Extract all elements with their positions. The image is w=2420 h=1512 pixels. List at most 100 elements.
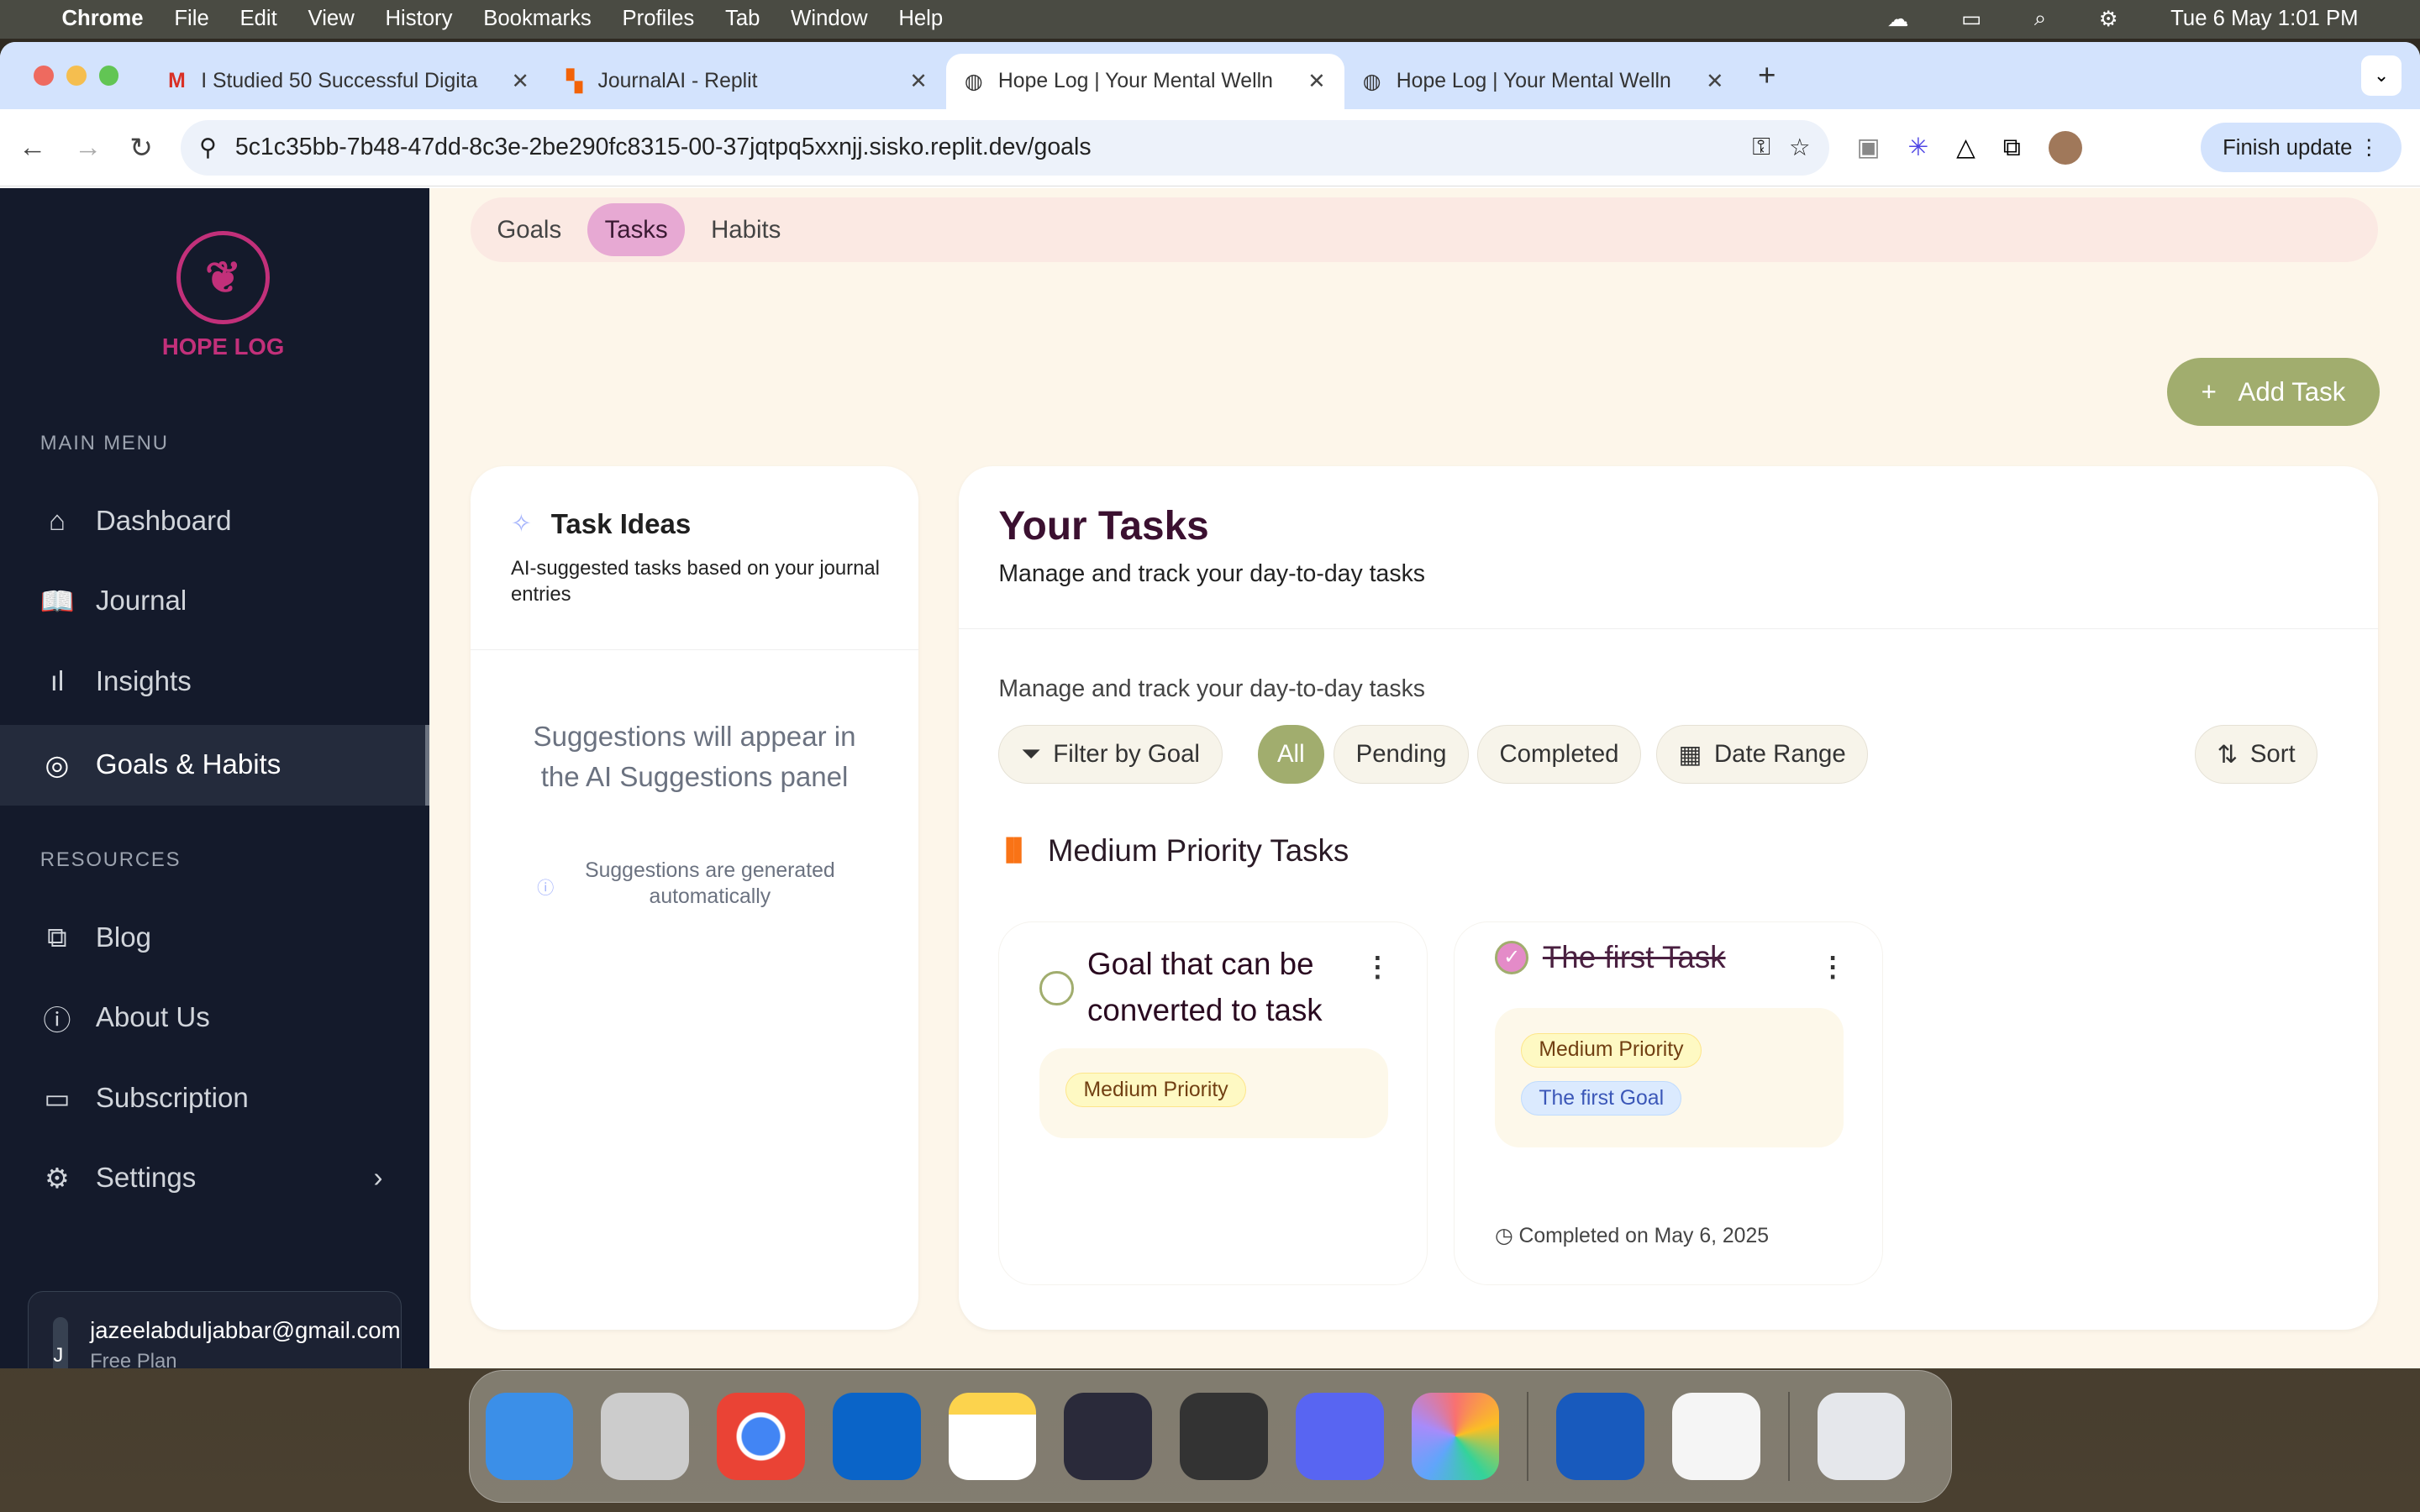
task-ideas-description: AI-suggested tasks based on your journal… bbox=[510, 557, 880, 606]
close-tab-icon[interactable]: ✕ bbox=[1706, 69, 1724, 94]
menu-edit[interactable]: Edit bbox=[239, 7, 276, 31]
task-checkbox-checked[interactable]: ✓ bbox=[1494, 940, 1529, 974]
browser-tab[interactable]: ◍ Hope Log | Your Mental Welln ✕ bbox=[1344, 54, 1743, 109]
clock[interactable]: Tue 6 May 1:01 PM bbox=[2170, 7, 2358, 31]
sidebar-item-about[interactable]: ⓘ About Us bbox=[0, 978, 429, 1058]
launchpad-icon[interactable] bbox=[601, 1392, 690, 1481]
task-card[interactable]: Goal that can be converted to task ⋮ Med… bbox=[998, 921, 1428, 1285]
tasks-subtitle: Manage and track your day-to-day tasks bbox=[998, 559, 1426, 587]
menu-help[interactable]: Help bbox=[898, 7, 943, 31]
main-menu-heading: MAIN MENU bbox=[39, 432, 169, 455]
finder-icon[interactable] bbox=[485, 1392, 574, 1481]
filter-by-goal-button[interactable]: ⏷ Filter by Goal bbox=[998, 725, 1223, 785]
address-bar[interactable]: ⚲ 5c1c35bb-7b48-47dd-8c3e-2be290fc8315-0… bbox=[180, 119, 1829, 176]
finish-update-button[interactable]: Finish update ⋮ bbox=[2201, 123, 2402, 173]
tab-title: I Studied 50 Successful Digita bbox=[201, 70, 478, 93]
back-button[interactable]: ← bbox=[18, 132, 46, 164]
word-icon[interactable] bbox=[1556, 1392, 1644, 1481]
wifi-icon[interactable]: ☁ bbox=[1887, 7, 1909, 32]
menu-file[interactable]: File bbox=[174, 7, 208, 31]
menu-tab[interactable]: Tab bbox=[725, 7, 760, 31]
sidebar-item-settings[interactable]: ⚙ Settings › bbox=[0, 1138, 429, 1219]
filter-pending[interactable]: Pending bbox=[1333, 725, 1470, 785]
priority-badge: Medium Priority bbox=[1521, 1032, 1702, 1068]
notes-icon[interactable] bbox=[948, 1392, 1037, 1481]
dock-separator bbox=[1787, 1391, 1790, 1482]
sidebar-item-journal[interactable]: 📖 Journal bbox=[0, 562, 429, 643]
tab-goals[interactable]: Goals bbox=[480, 203, 578, 256]
obsidian-icon[interactable] bbox=[1064, 1392, 1153, 1481]
tasks-title: Your Tasks bbox=[998, 503, 1209, 549]
menu-window[interactable]: Window bbox=[791, 7, 867, 31]
menu-history[interactable]: History bbox=[386, 7, 453, 31]
task-tags: Medium Priority bbox=[1039, 1048, 1389, 1138]
tasks-description: Manage and track your day-to-day tasks bbox=[998, 675, 1426, 703]
extension-icon[interactable]: ▣ bbox=[1857, 133, 1881, 162]
photos-icon[interactable] bbox=[1411, 1392, 1500, 1481]
credit-card-icon: ▭ bbox=[44, 1083, 71, 1115]
maximize-window-button[interactable] bbox=[98, 66, 119, 86]
browser-tab[interactable]: ▚ JournalAI - Replit ✕ bbox=[548, 54, 946, 109]
sort-button[interactable]: ⇅ Sort bbox=[2194, 725, 2318, 785]
tab-title: JournalAI - Replit bbox=[597, 70, 758, 93]
profile-avatar[interactable] bbox=[2048, 130, 2083, 165]
forward-button[interactable]: → bbox=[74, 132, 102, 164]
bar-chart-icon: ıl bbox=[50, 665, 65, 697]
control-center-icon[interactable]: ⚙ bbox=[2099, 7, 2118, 32]
site-settings-icon[interactable]: ⚲ bbox=[199, 134, 217, 162]
close-window-button[interactable] bbox=[34, 66, 55, 86]
tab-tasks[interactable]: Tasks bbox=[587, 202, 685, 257]
close-tab-icon[interactable]: ✕ bbox=[511, 69, 529, 94]
minimize-window-button[interactable] bbox=[66, 66, 87, 86]
extensions-puzzle-icon[interactable]: ⧉ bbox=[2003, 134, 2021, 162]
logo[interactable]: ❦ HOPE LOG bbox=[162, 231, 284, 360]
menu-bookmarks[interactable]: Bookmarks bbox=[483, 7, 592, 31]
add-task-button[interactable]: + Add Task bbox=[2166, 358, 2381, 426]
outlook-icon[interactable] bbox=[832, 1392, 921, 1481]
extension-icon[interactable]: ✳ bbox=[1907, 133, 1928, 162]
tab-title: Hope Log | Your Mental Welln bbox=[997, 70, 1273, 93]
sidebar-item-insights[interactable]: ıl Insights bbox=[0, 642, 429, 722]
browser-tab-active[interactable]: ◍ Hope Log | Your Mental Welln ✕ bbox=[945, 54, 1344, 110]
browser-tab[interactable]: M I Studied 50 Successful Digita ✕ bbox=[150, 54, 548, 109]
filter-all[interactable]: All bbox=[1257, 725, 1324, 785]
key-icon[interactable]: ⚿ bbox=[1752, 134, 1770, 161]
close-tab-icon[interactable]: ✕ bbox=[1307, 69, 1326, 94]
url-text[interactable]: 5c1c35bb-7b48-47dd-8c3e-2be290fc8315-00-… bbox=[235, 134, 1733, 161]
tab-strip: M I Studied 50 Successful Digita ✕ ▚ Journa… bbox=[0, 41, 2420, 110]
date-range-button[interactable]: ▦ Date Range bbox=[1655, 725, 1869, 785]
close-tab-icon[interactable]: ✕ bbox=[909, 69, 928, 94]
tasks-panel: Your Tasks Manage and track your day-to-… bbox=[958, 465, 2379, 1331]
menu-app[interactable]: Chrome bbox=[61, 7, 143, 31]
textedit-icon[interactable] bbox=[1671, 1392, 1760, 1481]
chrome-icon[interactable] bbox=[717, 1392, 805, 1481]
filter-completed[interactable]: Completed bbox=[1476, 725, 1642, 785]
menu-view[interactable]: View bbox=[308, 7, 355, 31]
new-tab-button[interactable]: + bbox=[1758, 58, 1776, 93]
sidebar-item-dashboard[interactable]: ⌂ Dashboard bbox=[0, 481, 429, 562]
search-icon[interactable]: ⌕ bbox=[2034, 7, 2046, 32]
reload-button[interactable]: ↻ bbox=[129, 131, 153, 165]
sidebar-item-subscription[interactable]: ▭ Subscription bbox=[0, 1058, 429, 1139]
task-checkbox[interactable] bbox=[1039, 971, 1074, 1005]
more-options-icon[interactable]: ⋮ bbox=[1819, 950, 1847, 984]
tab-habits[interactable]: Habits bbox=[694, 203, 798, 256]
sidebar-item-label: Insights bbox=[95, 665, 192, 697]
extension-icon[interactable]: △ bbox=[1956, 133, 1975, 162]
tab-search-button[interactable]: ⌄ bbox=[2361, 55, 2402, 96]
chevron-right-icon: › bbox=[373, 1163, 383, 1194]
sidebar-item-goals-habits[interactable]: ◎ Goals & Habits bbox=[0, 725, 429, 806]
sidebar: ❦ HOPE LOG MAIN MENU ⌂ Dashboard 📖 Journal … bbox=[0, 188, 429, 1369]
book-icon: 📖 bbox=[39, 585, 75, 617]
task-card-completed[interactable]: ✓ The first Task ⋮ Medium Priority The fi… bbox=[1454, 921, 1883, 1285]
discord-icon[interactable] bbox=[1295, 1392, 1384, 1481]
trash-icon[interactable] bbox=[1817, 1392, 1906, 1481]
battery-icon[interactable]: ▭ bbox=[1961, 7, 1981, 32]
more-options-icon[interactable]: ⋮ bbox=[1364, 950, 1392, 984]
sidebar-item-blog[interactable]: ⧉ Blog bbox=[0, 898, 429, 979]
perplexity-icon[interactable] bbox=[1180, 1392, 1268, 1481]
user-card[interactable]: J jazeelabduljabbar@gmail.com Free Plan bbox=[28, 1291, 402, 1369]
task-title: The first Task bbox=[1542, 940, 1726, 975]
menu-profiles[interactable]: Profiles bbox=[623, 7, 695, 31]
bookmark-star-icon[interactable]: ☆ bbox=[1789, 134, 1811, 162]
